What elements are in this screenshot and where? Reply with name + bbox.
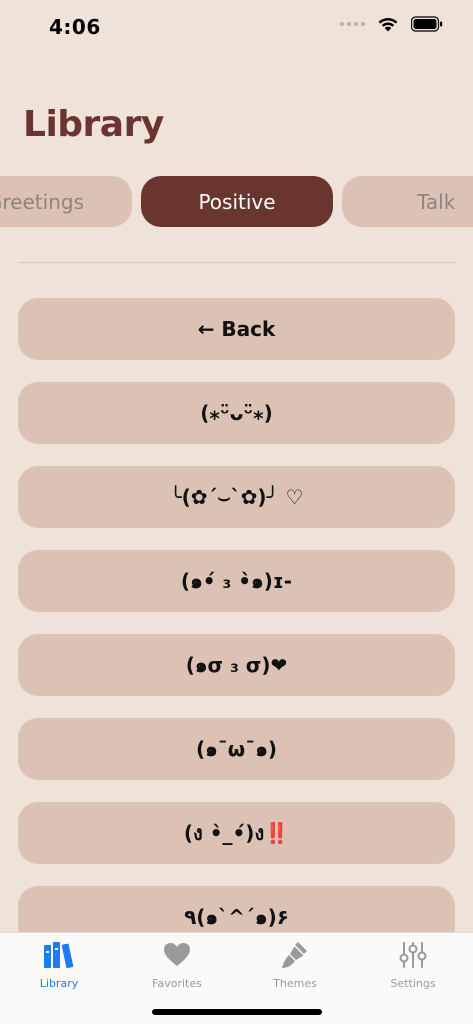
books-icon xyxy=(43,939,75,971)
list-item[interactable]: (ง •̀_•́)ง ‼️ xyxy=(18,802,455,864)
tab-bar-themes[interactable]: Themes xyxy=(236,939,354,995)
battery-icon xyxy=(411,16,443,32)
kaomoji-text: (๑¯ω¯๑) xyxy=(195,737,278,761)
heart-icon xyxy=(163,939,191,971)
tab-label: Greetings xyxy=(0,189,84,214)
tab-greetings[interactable]: Greetings xyxy=(0,176,132,227)
double-exclamation-icon: ‼️ xyxy=(264,821,290,845)
tab-positive[interactable]: Positive xyxy=(141,176,333,227)
home-indicator xyxy=(152,1009,322,1015)
tab-label: Positive xyxy=(198,189,276,214)
kaomoji-text: (ง •̀_•́)ง xyxy=(183,821,265,845)
kaomoji-text: (๑•́ ₃ •̀๑)ɪ- xyxy=(180,569,293,593)
kaomoji-text: (⁎ᵕ̈ᴗᵕ̈⁎) xyxy=(200,401,273,425)
list-item[interactable]: (๑•́ ₃ •̀๑)ɪ- xyxy=(18,550,455,612)
list-item[interactable]: ╰(✿´⌣`✿)╯ ♡ xyxy=(18,466,455,528)
status-icons xyxy=(340,16,443,32)
tab-bar-label: Themes xyxy=(273,977,317,990)
back-button-label: ← Back xyxy=(197,317,276,341)
page-title: Library xyxy=(23,104,164,145)
tab-label: Talk xyxy=(417,189,456,214)
list-item[interactable]: (๑σ ₃ σ)❤ xyxy=(18,634,455,696)
tab-bar-settings[interactable]: Settings xyxy=(354,939,472,995)
divider xyxy=(18,262,455,263)
cellular-signal-icon xyxy=(340,22,365,26)
tab-bar-label: Settings xyxy=(390,977,436,990)
kaomoji-text: ٩(๑`^´๑)۶ xyxy=(184,905,289,929)
tab-bar-label: Library xyxy=(39,977,79,990)
tab-bar-label: Favorites xyxy=(152,977,202,990)
wifi-icon xyxy=(378,17,398,32)
kaomoji-text: ╰(✿´⌣`✿)╯ ♡ xyxy=(169,485,304,509)
paintbrush-icon xyxy=(280,939,310,971)
list-item[interactable]: (๑¯ω¯๑) xyxy=(18,718,455,780)
tab-talk[interactable]: Talk xyxy=(342,176,473,227)
list-item[interactable]: (⁎ᵕ̈ᴗᵕ̈⁎) xyxy=(18,382,455,444)
back-button[interactable]: ← Back xyxy=(18,298,455,360)
status-bar: 4:06 xyxy=(0,0,473,54)
kaomoji-text: (๑σ ₃ σ)❤ xyxy=(185,653,288,677)
status-time: 4:06 xyxy=(49,15,101,39)
tab-bar-library[interactable]: Library xyxy=(0,939,118,995)
category-tabs: Greetings Positive Talk xyxy=(0,176,473,227)
sliders-icon xyxy=(399,939,427,971)
tab-bar-favorites[interactable]: Favorites xyxy=(118,939,236,995)
